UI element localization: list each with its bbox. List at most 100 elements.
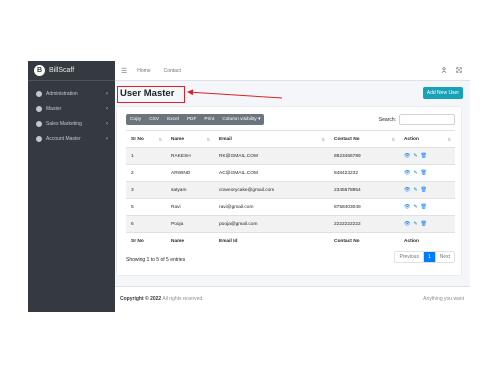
previous-page-button[interactable]: Previous	[395, 252, 424, 262]
delete-icon[interactable]: 🗑	[421, 153, 427, 159]
cell-action: 👁 ✎ 🗑	[399, 181, 455, 199]
user-icon[interactable]	[441, 67, 447, 75]
edit-icon[interactable]: ✎	[413, 221, 417, 227]
cell-email: craveorycake@gmail.com	[214, 181, 329, 199]
csv-button[interactable]: CSV	[145, 114, 163, 125]
delete-icon[interactable]: 🗑	[421, 221, 427, 227]
nav-link-home[interactable]: Home	[137, 68, 150, 74]
brand-name: BillScaff	[49, 67, 75, 74]
column-header-action[interactable]: Action ⇅	[399, 130, 455, 148]
cell-contact: 8823456789	[329, 147, 399, 165]
excel-button[interactable]: Excel	[163, 114, 183, 125]
view-icon[interactable]: 👁	[404, 204, 410, 210]
footer-header-sr-no: Sr No	[126, 232, 166, 250]
table-search: Search:	[379, 114, 455, 125]
brand[interactable]: B BillScaff	[28, 61, 115, 81]
add-new-user-button[interactable]: Add New User	[422, 87, 463, 99]
sidebar-item-administration[interactable]: Administration ‹	[28, 86, 115, 101]
table-row: 6 Pooja pooja@gmail.com 2222222222 👁 ✎ 🗑	[126, 215, 455, 233]
view-icon[interactable]: 👁	[404, 170, 410, 176]
users-card: Copy CSV Excel PDF Print Column visibili…	[117, 107, 461, 275]
search-label: Search:	[378, 116, 396, 123]
cell-sr-no: 1	[126, 147, 166, 165]
export-button-group: Copy CSV Excel PDF Print Column visibili…	[126, 114, 265, 125]
cell-action: 👁 ✎ 🗑	[399, 198, 455, 216]
table-row: 5 Ravi ravi@gmail.com 8758403049 👁 ✎ 🗑	[126, 198, 455, 216]
circle-icon	[36, 90, 42, 97]
sidebar-item-master[interactable]: Master ‹	[28, 101, 115, 116]
table-footer-row: Sr No Name Email Id Contact No Action	[126, 232, 455, 250]
nav-link-contact[interactable]: Contact	[164, 68, 181, 74]
cell-name: Pooja	[166, 215, 214, 233]
column-visibility-button[interactable]: Column visibility ▾	[218, 114, 264, 125]
delete-icon[interactable]: 🗑	[421, 187, 427, 193]
sort-icon: ⇅	[206, 137, 210, 142]
sidebar-item-label: Account Master	[46, 135, 81, 142]
cell-contact: 2345678954	[329, 181, 399, 199]
cell-sr-no: 6	[126, 215, 166, 233]
column-header-name[interactable]: Name ⇅	[166, 130, 214, 148]
sidebar-nav: Administration ‹ Master ‹ Sales Marketin…	[28, 81, 115, 146]
expand-icon[interactable]	[456, 67, 462, 75]
circle-icon	[36, 105, 42, 112]
search-input[interactable]	[399, 114, 455, 125]
cell-sr-no: 3	[126, 181, 166, 199]
sort-icon: ⇅	[158, 137, 162, 142]
print-button[interactable]: Print	[200, 114, 218, 125]
delete-icon[interactable]: 🗑	[421, 204, 427, 210]
sidebar: B BillScaff Administration ‹ Master ‹ Sa…	[28, 61, 115, 312]
footer-tagline: Anything you want	[423, 296, 464, 302]
cell-name: ARWIND	[166, 164, 214, 182]
pagination: Previous 1 Next	[394, 251, 455, 263]
page-title: User Master	[117, 86, 185, 103]
edit-icon[interactable]: ✎	[413, 170, 417, 176]
sort-icon: ⇅	[391, 137, 395, 142]
sidebar-item-label: Administration	[46, 90, 78, 97]
cell-action: 👁 ✎ 🗑	[399, 215, 455, 233]
column-header-sr-no[interactable]: Sr No ⇅	[126, 130, 166, 148]
page-1-button[interactable]: 1	[423, 252, 436, 262]
brand-logo: B	[34, 65, 45, 76]
cell-action: 👁 ✎ 🗑	[399, 147, 455, 165]
cell-contact: 8758403049	[329, 198, 399, 216]
column-header-contact-no[interactable]: Contact No ⇅	[329, 130, 399, 148]
view-icon[interactable]: 👁	[404, 153, 410, 159]
edit-icon[interactable]: ✎	[413, 187, 417, 193]
view-icon[interactable]: 👁	[404, 187, 410, 193]
cell-contact: 848423232	[329, 164, 399, 182]
pdf-button[interactable]: PDF	[183, 114, 201, 125]
table-info: Showing 1 to 5 of 5 entries	[126, 257, 186, 263]
delete-icon[interactable]: 🗑	[421, 170, 427, 176]
table-row: 1 RAKESH RK@GMAIL.COM 8823456789 👁 ✎ 🗑	[126, 147, 455, 165]
table-row: 3 satyam craveorycake@gmail.com 23456789…	[126, 181, 455, 199]
main-content: User Master Add New User Copy CSV Excel …	[115, 81, 470, 312]
sidebar-item-account-master[interactable]: Account Master ‹	[28, 131, 115, 146]
footer-header-name: Name	[166, 232, 214, 250]
copyright: Copyright © 2022 All rights reserved.	[120, 296, 204, 302]
circle-icon	[36, 120, 42, 127]
view-icon[interactable]: 👁	[404, 221, 410, 227]
circle-icon	[36, 135, 42, 142]
sort-icon: ⇅	[321, 137, 325, 142]
next-page-button[interactable]: Next	[436, 252, 454, 262]
copy-button[interactable]: Copy	[126, 114, 145, 125]
edit-icon[interactable]: ✎	[413, 204, 417, 210]
users-table: Sr No ⇅ Name ⇅ Email ⇅ Contact No ⇅ Action ⇅ …	[126, 130, 455, 250]
cell-email: ravi@gmail.com	[214, 198, 329, 216]
footer-header-email-id: Email Id	[214, 232, 329, 250]
app-window: B BillScaff Administration ‹ Master ‹ Sa…	[28, 61, 470, 312]
cell-email: pooja@gmail.com	[214, 215, 329, 233]
table-header-row: Sr No ⇅ Name ⇅ Email ⇅ Contact No ⇅ Action ⇅	[126, 130, 455, 148]
footer-header-contact-no: Contact No	[329, 232, 399, 250]
sidebar-item-sales-marketing[interactable]: Sales Marketing ‹	[28, 116, 115, 131]
cell-sr-no: 5	[126, 198, 166, 216]
sidebar-item-label: Master	[46, 105, 62, 112]
chevron-left-icon: ‹	[106, 135, 108, 142]
cell-name: RAKESH	[166, 147, 214, 165]
column-header-email[interactable]: Email ⇅	[214, 130, 329, 148]
cell-contact: 2222222222	[329, 215, 399, 233]
top-navbar: ☰ Home Contact	[115, 61, 470, 81]
hamburger-menu-icon[interactable]: ☰	[121, 67, 127, 75]
edit-icon[interactable]: ✎	[413, 153, 417, 159]
cell-email: RK@GMAIL.COM	[214, 147, 329, 165]
